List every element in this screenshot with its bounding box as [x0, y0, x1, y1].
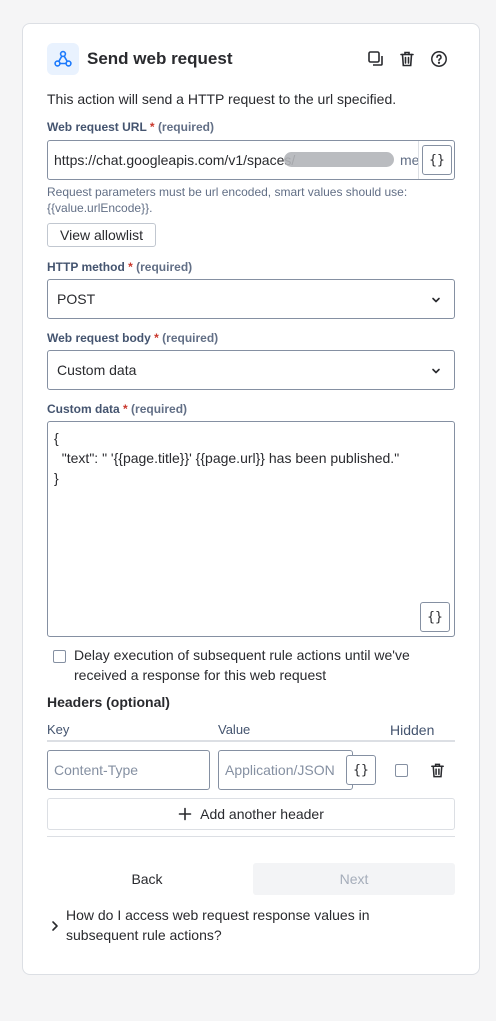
delay-checkbox[interactable] — [53, 650, 66, 663]
chevron-right-icon[interactable] — [50, 920, 60, 932]
url-label: Web request URL * (required) — [47, 120, 214, 134]
method-label: HTTP method * (required) — [47, 260, 192, 274]
header-hidden-checkbox[interactable] — [395, 764, 408, 777]
url-smart-value-button[interactable]: {} — [422, 145, 452, 175]
required-hint: (required) — [162, 331, 219, 345]
back-button[interactable]: Back — [47, 863, 247, 895]
http-method-value: POST — [57, 291, 96, 307]
duplicate-button[interactable] — [365, 48, 387, 70]
footer-divider — [47, 836, 455, 837]
method-label-text: HTTP method — [47, 260, 125, 274]
help-icon — [431, 51, 447, 67]
add-header-button[interactable]: Add another header — [47, 798, 455, 830]
url-value-tail: me — [400, 152, 420, 168]
required-hint: (required) — [136, 260, 193, 274]
chevron-down-icon — [432, 297, 440, 303]
required-hint: (required) — [131, 402, 188, 416]
url-help-text: Request parameters must be url encoded, … — [47, 185, 408, 215]
column-key: Key — [47, 722, 70, 737]
headers-divider — [47, 740, 455, 742]
duplicate-icon — [368, 51, 383, 66]
add-header-label: Add another header — [200, 806, 324, 822]
header-value-input[interactable]: Application/JSON {} — [218, 750, 376, 790]
delete-header-button[interactable] — [426, 759, 448, 781]
url-value: https://chat.googleapis.com/v1/spaces/ — [54, 152, 296, 168]
request-body-value: Custom data — [57, 362, 137, 378]
plus-icon — [178, 807, 192, 821]
request-body-select[interactable]: Custom data — [47, 350, 455, 390]
code-line-2: "text": " '{{page.title}}' {{page.url}} … — [54, 450, 400, 466]
faq-expander[interactable]: How do I access web request response val… — [66, 905, 426, 945]
send-web-request-panel: Send web request This action will send a… — [22, 23, 480, 975]
header-key-input[interactable]: Content-Type — [47, 750, 210, 790]
custom-data-label-text: Custom data — [47, 402, 120, 416]
body-label: Web request body * (required) — [47, 331, 218, 345]
required-mark: * — [128, 260, 133, 274]
trash-icon — [430, 763, 444, 777]
required-mark: * — [149, 120, 155, 134]
custom-data-textarea[interactable]: { "text": " '{{page.title}}' {{page.url}… — [47, 421, 455, 637]
delay-checkbox-label: Delay execution of subsequent rule actio… — [74, 647, 410, 683]
code-line-1: { — [54, 430, 59, 446]
field-divider — [418, 141, 419, 179]
http-method-select[interactable]: POST — [47, 279, 455, 319]
header-key-placeholder: Content-Type — [54, 762, 139, 778]
custom-data-label: Custom data * (required) — [47, 402, 187, 416]
help-button[interactable] — [428, 48, 450, 70]
view-allowlist-button[interactable]: View allowlist — [47, 223, 156, 247]
page-title: Send web request — [87, 49, 233, 68]
column-value: Value — [218, 722, 251, 737]
code-line-3: } — [54, 470, 59, 486]
webhook-icon — [47, 43, 79, 75]
delete-button[interactable] — [396, 48, 418, 70]
chevron-down-icon — [432, 368, 440, 374]
custom-data-smart-value-button[interactable]: {} — [420, 602, 450, 632]
next-button[interactable]: Next — [253, 863, 455, 895]
required-hint: (required) — [157, 120, 214, 134]
required-mark: * — [123, 402, 128, 416]
url-input[interactable]: https://chat.googleapis.com/v1/spaces/ m… — [47, 140, 455, 180]
headers-title: Headers (optional) — [47, 694, 170, 710]
action-description: This action will send a HTTP request to … — [47, 91, 397, 107]
trash-icon — [400, 51, 414, 67]
header-value-placeholder: Application/JSON — [225, 762, 335, 778]
redacted-blur — [284, 152, 394, 167]
column-hidden: Hidden — [390, 722, 435, 738]
required-mark: * — [154, 331, 159, 345]
header-smart-value-button[interactable]: {} — [346, 755, 376, 785]
url-label-text: Web request URL — [47, 120, 147, 134]
body-label-text: Web request body — [47, 331, 151, 345]
